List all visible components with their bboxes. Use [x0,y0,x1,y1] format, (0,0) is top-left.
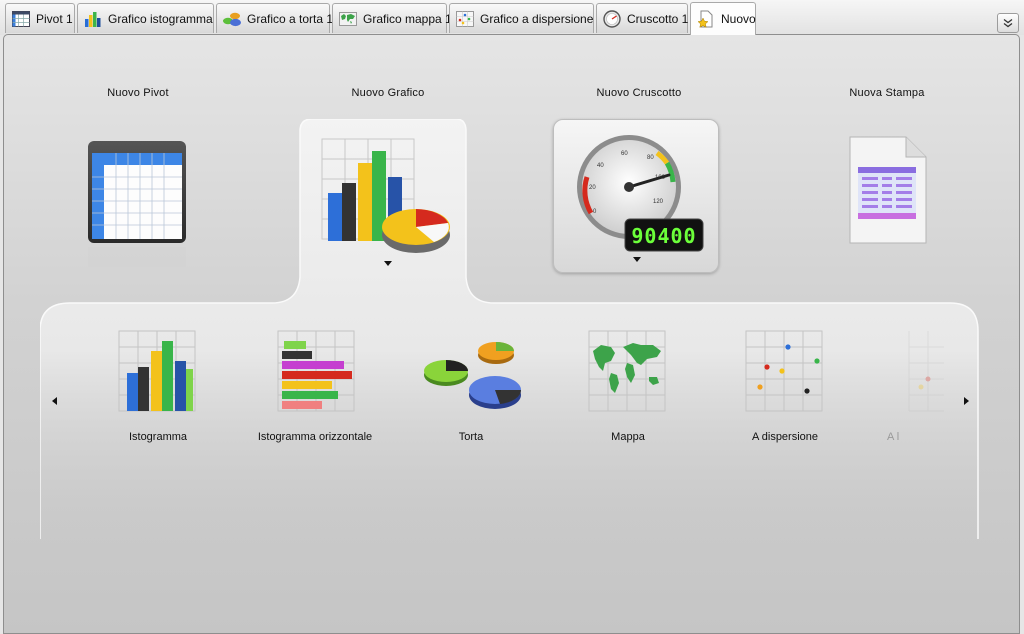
gauge-lcd-readout: 90400 [631,224,696,248]
new-dashboard-label: Nuovo Cruscotto [596,87,682,99]
chart-type-label: A dispersione [751,431,819,443]
chevron-double-down-icon [1003,18,1013,28]
tab-label: Pivot 1 [36,11,73,26]
pie-icon [424,342,522,409]
tabs-dropdown-button[interactable] [997,13,1019,33]
gauge-tick-label: 80 [647,155,654,161]
tab-grafico-a-dispersione-1[interactable]: Grafico a dispersione 1 [449,3,603,33]
dashboard-gauge-icon: 0 20 40 60 80 100 120 90400 [577,135,704,252]
new-chart-dropdown-caret[interactable] [384,261,392,266]
carousel-prev-arrow[interactable] [52,397,57,405]
gauge-tick-label: 40 [597,163,604,169]
tab-bar: Pivot 1 Grafico istogramma 1 Grafico a t… [0,0,1024,35]
tab-grafico-a-torta-1[interactable]: Grafico a torta 1 [216,3,334,33]
gauge-tick-label: 20 [589,185,596,191]
chart-type-line[interactable]: A l [867,325,944,455]
scatter-plot-icon [745,330,823,412]
gauge-tick-label: 60 [621,151,628,157]
chart-icon [321,138,450,253]
chart-type-label: Mappa [611,431,645,443]
chart-type-label: Istogramma [128,431,188,443]
horizontal-histogram-icon [277,330,355,412]
tab-label: Grafico a dispersione 1 [480,11,604,26]
tab-label: Grafico mappa 1 [363,11,452,26]
chart-type-label: A l [887,431,900,443]
map-icon [339,11,357,26]
new-dashboard-dropdown-caret[interactable] [633,257,641,262]
chart-type-label: Torta [458,431,484,443]
chart-type-label: Istogramma orizzontale [257,431,373,443]
tab-pivot-1[interactable]: Pivot 1 [5,3,75,33]
new-chart-label: Nuovo Grafico [351,87,425,99]
tab-grafico-istogramma-1[interactable]: Grafico istogramma 1 [77,3,223,33]
tab-label: Nuovo [721,12,756,26]
tab-label: Grafico istogramma 1 [108,11,223,26]
new-print-label: Nuova Stampa [849,87,925,99]
star-document-icon [697,10,713,28]
bar-chart-icon [85,11,101,27]
new-document-panel: Nuovo Pivot Nuovo Grafico Nuovo Cruscott… [3,34,1020,634]
carousel-next-arrow[interactable] [964,397,969,405]
print-report-icon [849,136,927,244]
tab-grafico-mappa-1[interactable]: Grafico mappa 1 [332,3,452,33]
pie-chart-icon [223,12,241,26]
tab-label: Grafico a torta 1 [247,11,334,26]
pivot-table-icon [88,141,186,267]
tab-nuovo[interactable]: Nuovo [690,2,756,35]
tab-label: Cruscotto 1 [627,11,689,26]
histogram-icon [118,330,196,412]
new-pivot-label: Nuovo Pivot [107,87,169,99]
gauge-icon [603,9,621,28]
gauge-tick-label: 120 [653,199,664,205]
tab-cruscotto-1[interactable]: Cruscotto 1 [596,3,688,33]
world-map-icon [588,330,666,412]
scatter-icon [456,10,474,27]
line-chart-icon [908,331,944,412]
table-icon [12,10,30,27]
